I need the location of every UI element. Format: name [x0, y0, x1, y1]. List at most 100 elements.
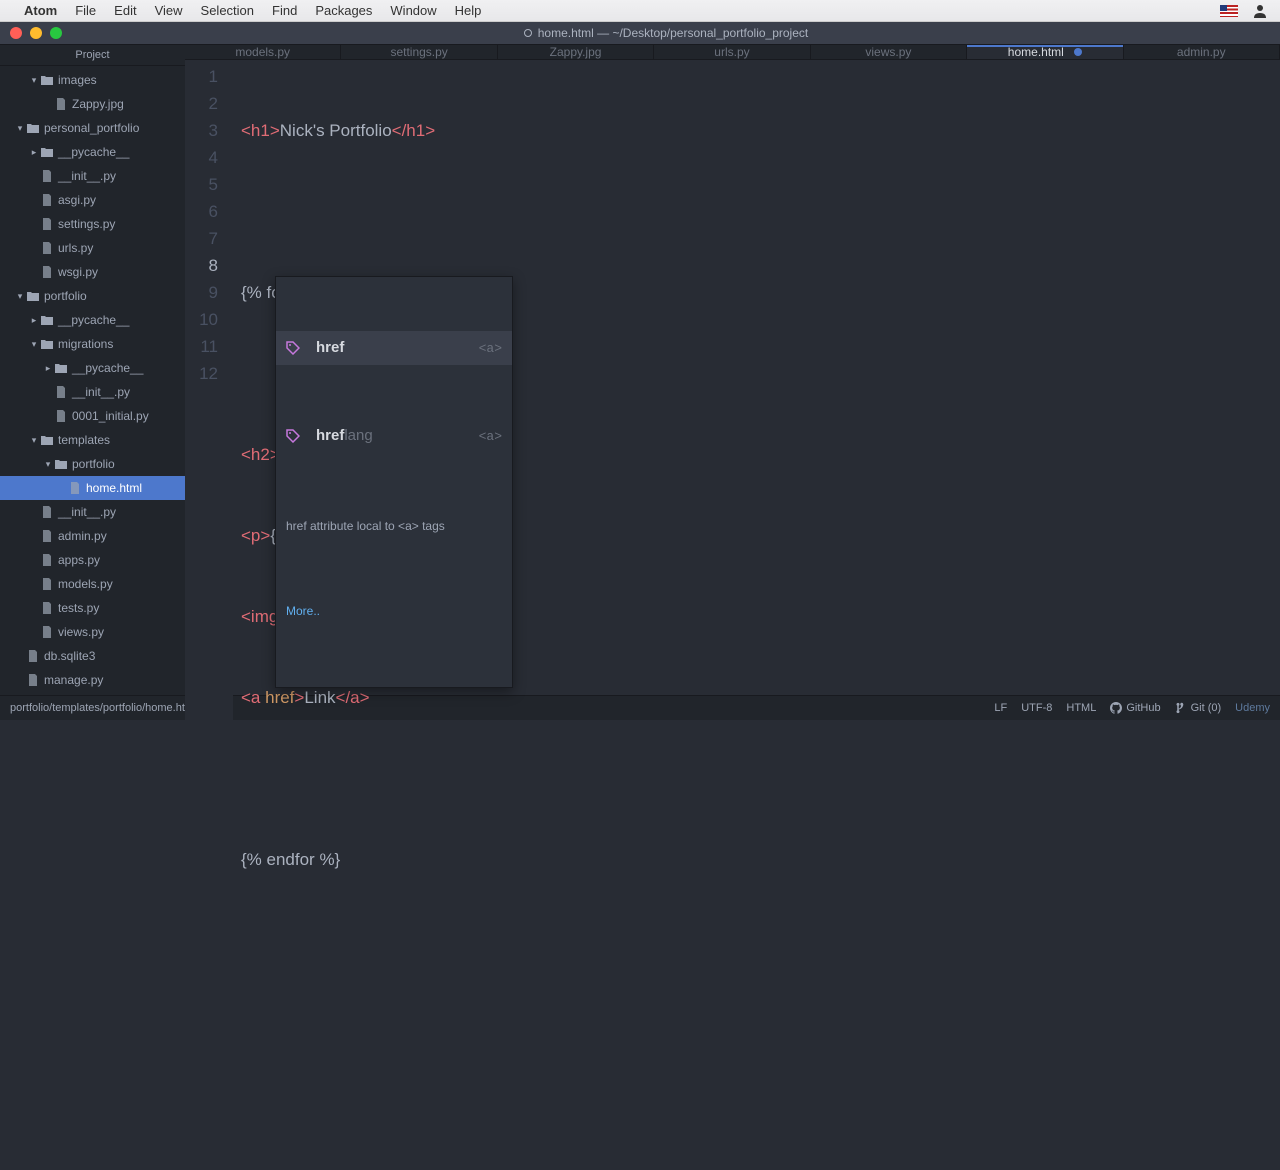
folder-icon — [40, 337, 54, 351]
autocomplete-detail: href attribute local to <a> tags — [276, 507, 512, 544]
user-icon[interactable] — [1252, 3, 1268, 19]
tree-file[interactable]: __init__.py — [0, 380, 185, 404]
zoom-window-button[interactable] — [50, 27, 62, 39]
tree-file[interactable]: apps.py — [0, 548, 185, 572]
chevron-icon[interactable]: ▾ — [14, 291, 26, 302]
chevron-icon[interactable]: ▸ — [28, 147, 40, 158]
tree-file[interactable]: wsgi.py — [0, 260, 185, 284]
file-icon — [40, 553, 54, 567]
tree-file[interactable]: home.html — [0, 476, 185, 500]
tree-folder[interactable]: ▾templates — [0, 428, 185, 452]
window-title: home.html — ~/Desktop/personal_portfolio… — [538, 26, 808, 40]
file-icon — [40, 217, 54, 231]
line-number: 8 — [209, 256, 218, 275]
editor-tab[interactable]: Zappy.jpg — [498, 45, 654, 59]
chevron-icon[interactable]: ▾ — [42, 459, 54, 470]
code-editor[interactable]: 123456789101112 <h1>Nick's Portfolio</h1… — [185, 60, 1280, 1170]
app-menu[interactable]: Atom — [24, 3, 57, 18]
tree-file[interactable]: Zappy.jpg — [0, 92, 185, 116]
project-sidebar[interactable]: Project ▾ images Zappy.jpg ▾ personal_portfo… — [0, 45, 185, 695]
line-number: 5 — [209, 175, 218, 194]
tree-file[interactable]: tests.py — [0, 596, 185, 620]
tree-folder[interactable]: ▾portfolio — [0, 284, 185, 308]
status-file-path[interactable]: portfolio/templates/portfolio/home.html* — [10, 702, 201, 714]
file-icon — [68, 481, 82, 495]
tree-item-label: 0001_initial.py — [72, 409, 149, 423]
tree-file[interactable]: asgi.py — [0, 188, 185, 212]
file-icon — [26, 649, 40, 663]
tree-item-label: home.html — [86, 481, 142, 495]
tree-item-label: personal_portfolio — [44, 121, 139, 135]
menu-selection[interactable]: Selection — [201, 3, 254, 18]
tree-file[interactable]: admin.py — [0, 524, 185, 548]
tree-file[interactable]: 0001_initial.py — [0, 404, 185, 428]
tree-file[interactable]: views.py — [0, 620, 185, 644]
tree-file[interactable]: settings.py — [0, 212, 185, 236]
tree-file[interactable]: manage.py — [0, 668, 185, 692]
file-icon — [40, 625, 54, 639]
folder-icon — [54, 457, 68, 471]
editor-tab[interactable]: admin.py — [1124, 45, 1280, 59]
tree-item-label: urls.py — [58, 241, 93, 255]
tree-file[interactable]: models.py — [0, 572, 185, 596]
chevron-icon[interactable]: ▸ — [28, 315, 40, 326]
folder-icon — [40, 145, 54, 159]
tree-file[interactable]: __init__.py — [0, 500, 185, 524]
tab-label: admin.py — [1177, 45, 1226, 59]
tree-file[interactable]: db.sqlite3 — [0, 644, 185, 668]
sidebar-header: Project — [0, 45, 185, 66]
tree-file[interactable]: urls.py — [0, 236, 185, 260]
menu-edit[interactable]: Edit — [114, 3, 136, 18]
tab-label: urls.py — [714, 45, 749, 59]
chevron-icon[interactable]: ▾ — [28, 75, 40, 86]
menu-packages[interactable]: Packages — [315, 3, 372, 18]
editor-tab[interactable]: urls.py — [654, 45, 810, 59]
chevron-icon[interactable]: ▾ — [14, 123, 26, 134]
tab-label: models.py — [235, 45, 290, 59]
tree-folder[interactable]: ▾ images — [0, 68, 185, 92]
editor-tab[interactable]: views.py — [811, 45, 967, 59]
folder-icon — [54, 361, 68, 375]
autocomplete-item[interactable]: href <a> — [276, 331, 512, 365]
close-window-button[interactable] — [10, 27, 22, 39]
file-icon — [54, 409, 68, 423]
autocomplete-more-link[interactable]: More.. — [276, 598, 512, 633]
folder-icon — [40, 73, 54, 87]
menu-window[interactable]: Window — [390, 3, 436, 18]
tab-label: home.html — [1008, 45, 1064, 59]
tree-file[interactable]: __init__.py — [0, 164, 185, 188]
tree-item-label: images — [58, 73, 97, 87]
tree-item-label: __pycache__ — [58, 313, 129, 327]
line-number: 10 — [199, 310, 218, 329]
tree-folder[interactable]: ▸__pycache__ — [0, 356, 185, 380]
editor-tab[interactable]: settings.py — [341, 45, 497, 59]
tree-folder[interactable]: ▾migrations — [0, 332, 185, 356]
autocomplete-popup[interactable]: href <a> hreflang <a> href attribute loc… — [275, 276, 513, 688]
tree-folder[interactable]: ▸__pycache__ — [0, 140, 185, 164]
tree-folder[interactable]: ▾portfolio — [0, 452, 185, 476]
autocomplete-item[interactable]: hreflang <a> — [276, 419, 512, 453]
tree-item-label: models.py — [58, 577, 113, 591]
tree-item-label: Zappy.jpg — [72, 97, 124, 111]
tag-icon — [286, 341, 306, 355]
macos-menubar: Atom File Edit View Selection Find Packa… — [0, 0, 1280, 22]
editor-tabs: models.py settings.pyZappy.jpg urls.py view… — [185, 45, 1280, 60]
file-icon — [40, 529, 54, 543]
input-source-flag-icon[interactable] — [1220, 5, 1238, 17]
tree-item-label: apps.py — [58, 553, 100, 567]
editor-tab[interactable]: models.py — [185, 45, 341, 59]
chevron-icon[interactable]: ▾ — [28, 435, 40, 446]
menu-file[interactable]: File — [75, 3, 96, 18]
editor-tab[interactable]: home.html — [967, 45, 1123, 59]
tree-folder[interactable]: ▸ __pycache__ — [0, 308, 185, 332]
chevron-icon[interactable]: ▸ — [42, 363, 54, 374]
chevron-icon[interactable]: ▾ — [28, 339, 40, 350]
code-content[interactable]: <h1>Nick's Portfolio</h1> {% for project… — [233, 60, 1280, 1170]
menu-help[interactable]: Help — [455, 3, 482, 18]
tree-folder[interactable]: ▾ personal_portfolio — [0, 116, 185, 140]
file-icon — [40, 193, 54, 207]
menu-view[interactable]: View — [155, 3, 183, 18]
minimize-window-button[interactable] — [30, 27, 42, 39]
line-number: 11 — [200, 337, 218, 356]
menu-find[interactable]: Find — [272, 3, 297, 18]
